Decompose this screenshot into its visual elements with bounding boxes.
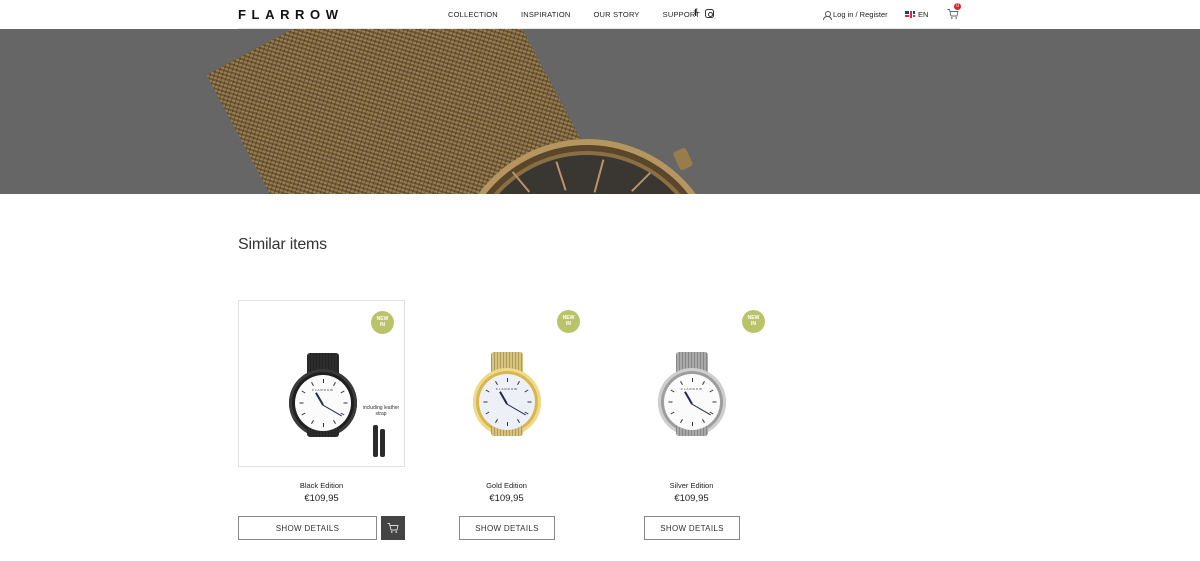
dial-tick (712, 401, 716, 403)
dial-tick (670, 411, 675, 415)
dial-tick (506, 378, 508, 382)
product-price: €109,95 (489, 493, 524, 504)
dial-tick (483, 401, 487, 403)
dial-tick (506, 422, 508, 426)
login-link[interactable]: Log in / Register (823, 10, 888, 20)
facebook-icon[interactable]: f (694, 8, 697, 19)
dial-tick (516, 419, 520, 424)
dial-tick (494, 419, 498, 424)
dial-tick (516, 380, 520, 385)
dial-tick (691, 422, 693, 426)
social-links: f (694, 8, 715, 19)
dial-tick (322, 423, 324, 427)
instagram-icon[interactable] (705, 9, 715, 18)
cart-count-badge: 0 (954, 3, 961, 10)
leather-strap-image (373, 425, 387, 459)
product-image[interactable]: NEW IN FLARROW (608, 300, 775, 467)
minute-hand (506, 403, 526, 416)
cart-icon (387, 523, 399, 533)
language-label: EN (918, 10, 929, 19)
dial-tick (332, 381, 336, 386)
main-nav: COLLECTION INSPIRATION OUR STORY SUPPORT (448, 10, 723, 19)
watch-gold-image: FLARROW (473, 352, 543, 442)
dial-tick (691, 378, 693, 382)
nav-inspiration[interactable]: INSPIRATION (521, 10, 571, 19)
product-name[interactable]: Gold Edition (423, 481, 590, 490)
minute-hand (322, 404, 342, 417)
product-price: €109,95 (304, 493, 339, 504)
new-in-badge: NEW IN (371, 311, 394, 334)
show-details-button[interactable]: SHOW DETAILS (644, 516, 740, 540)
watch-dial: FLARROW (295, 375, 351, 431)
nav-collection[interactable]: COLLECTION (448, 10, 498, 19)
dial-tick (343, 402, 347, 404)
uk-flag-icon (905, 11, 915, 18)
watch-black-image: FLARROW (289, 353, 359, 443)
product-price: €109,95 (674, 493, 709, 504)
add-to-cart-button[interactable] (381, 516, 405, 540)
language-selector[interactable]: EN (905, 10, 928, 19)
hero-watch-crown (672, 146, 694, 172)
dial-tick (340, 390, 345, 394)
dial-tick (679, 380, 683, 385)
dial-tick (524, 389, 529, 393)
dial-tick (310, 381, 314, 386)
brand-logo[interactable]: FLARROW (238, 7, 344, 22)
watch-dial: FLARROW (664, 374, 720, 430)
dial-tick (322, 379, 324, 383)
hero-banner (0, 29, 1200, 194)
product-image[interactable]: NEW IN FLARROW (423, 300, 590, 467)
leather-strap-note: including leather strap (362, 405, 400, 417)
dial-tick (709, 389, 714, 393)
watch-silver-image: FLARROW (658, 352, 728, 442)
dial-tick (310, 420, 314, 425)
site-header: FLARROW COLLECTION INSPIRATION OUR STORY… (238, 0, 961, 29)
new-in-badge: NEW IN (557, 310, 580, 333)
login-label: Log in / Register (833, 10, 888, 19)
nav-our-story[interactable]: OUR STORY (594, 10, 640, 19)
dial-tick (299, 402, 303, 404)
new-in-badge: NEW IN (742, 310, 765, 333)
dial-tick (668, 401, 672, 403)
product-image[interactable]: NEW IN FLARROW including leather strap (238, 300, 405, 467)
dial-tick (494, 380, 498, 385)
dial-tick (332, 420, 336, 425)
dial-tick (301, 412, 306, 416)
product-name[interactable]: Silver Edition (608, 481, 775, 490)
product-card: NEW IN FLARROW Silver Edition €109,95 (608, 300, 775, 504)
show-details-button[interactable]: SHOW DETAILS (459, 516, 555, 540)
minute-hand (691, 403, 711, 416)
section-title: Similar items (238, 236, 327, 253)
dial-tick (679, 419, 683, 424)
dial-tick (485, 411, 490, 415)
product-name[interactable]: Black Edition (238, 481, 405, 490)
product-card: NEW IN FLARROW including leather strap Bl… (238, 300, 405, 504)
dial-tick (701, 380, 705, 385)
dial-tick (527, 401, 531, 403)
watch-dial: FLARROW (479, 374, 535, 430)
user-icon (823, 10, 832, 20)
product-card: NEW IN FLARROW Gold Edition €109,95 (423, 300, 590, 504)
dial-tick (701, 419, 705, 424)
show-details-button[interactable]: SHOW DETAILS (238, 516, 377, 540)
